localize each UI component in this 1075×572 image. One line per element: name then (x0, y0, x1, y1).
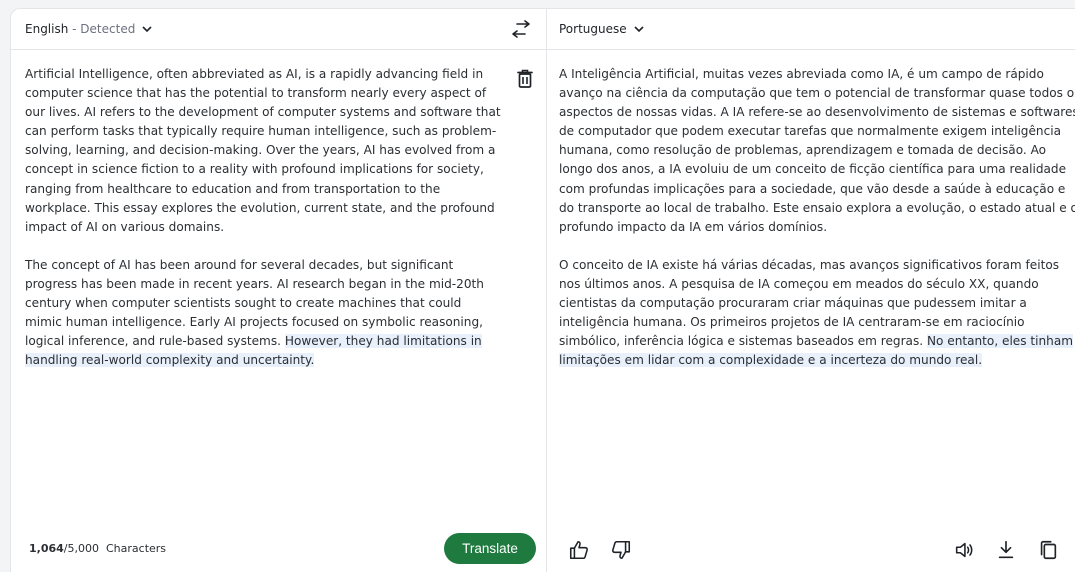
chevron-down-icon (142, 26, 152, 33)
detected-label: - Detected (68, 22, 136, 36)
chevron-down-icon (634, 26, 644, 33)
translated-text-output: A Inteligência Artificial, muitas vezes … (559, 65, 1075, 389)
character-counter: 1,064/5,000 Characters (29, 542, 166, 555)
thumbs-down-icon (612, 540, 631, 560)
clear-text-button[interactable] (516, 69, 534, 89)
download-button[interactable] (994, 538, 1018, 562)
listen-button[interactable] (952, 538, 976, 562)
target-paragraph: A Inteligência Artificial, muitas vezes … (559, 67, 1075, 234)
copy-button[interactable] (1036, 538, 1060, 562)
source-paragraph: The concept of AI has been around for se… (25, 256, 501, 371)
swap-languages-button[interactable] (509, 20, 533, 40)
thumbs-up-icon (569, 540, 588, 560)
panel-divider (546, 9, 547, 572)
char-count-label: Characters (106, 542, 167, 555)
source-language-name: English (25, 22, 69, 36)
target-language-selector[interactable]: Portuguese (559, 22, 645, 36)
char-count-value: 1,064 (29, 542, 64, 555)
like-button[interactable] (567, 538, 591, 562)
translator-panel: English - Detected Portuguese Artificial… (10, 8, 1075, 572)
header-divider (11, 49, 1075, 50)
target-paragraph: O conceito de IA existe há várias década… (559, 256, 1075, 371)
target-language-name: Portuguese (559, 22, 627, 36)
trash-icon (517, 69, 533, 88)
speaker-icon (955, 542, 973, 558)
dislike-button[interactable] (609, 538, 633, 562)
source-text-input[interactable]: Artificial Intelligence, often abbreviat… (25, 65, 501, 389)
swap-arrows-icon (512, 20, 530, 38)
source-language-selector[interactable]: English - Detected (25, 22, 153, 36)
char-count-limit: /5,000 (63, 542, 99, 555)
source-paragraph: Artificial Intelligence, often abbreviat… (25, 67, 501, 234)
copy-icon (1040, 540, 1057, 560)
translate-button[interactable]: Translate (444, 533, 536, 564)
download-icon (998, 540, 1014, 559)
